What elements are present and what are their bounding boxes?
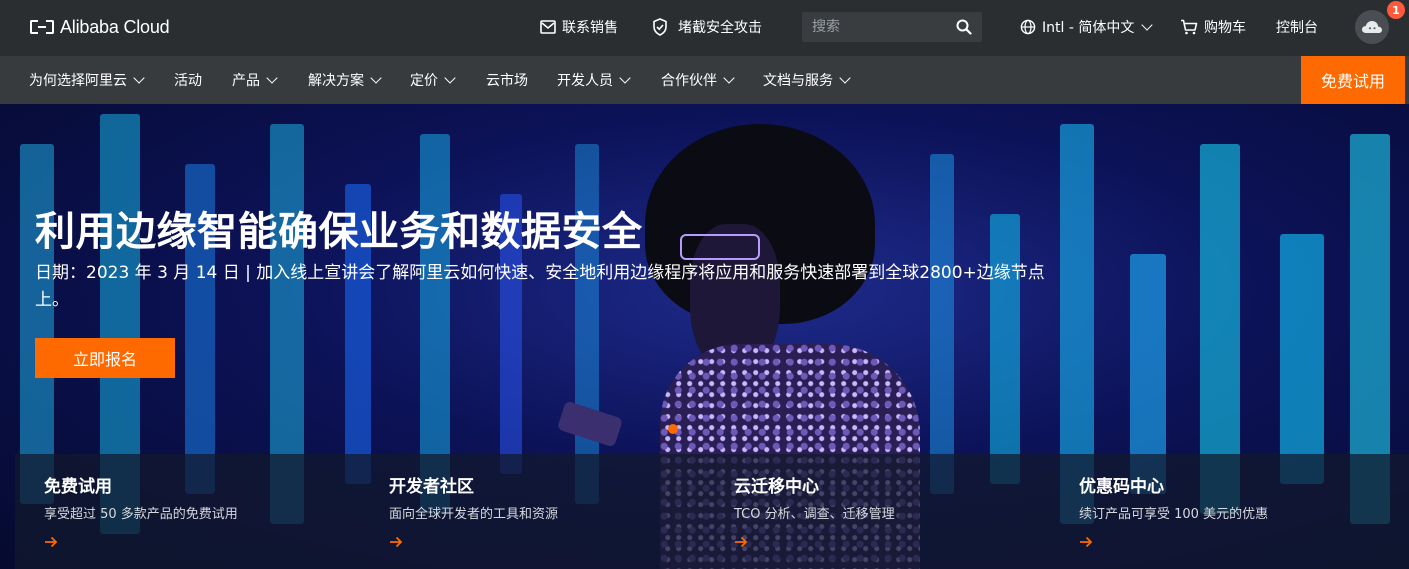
- arrow-right-icon[interactable]: [389, 536, 403, 548]
- hero-subtitle: 日期：2023 年 3 月 14 日 | 加入线上宣讲会了解阿里云如何快速、安全…: [35, 263, 1045, 310]
- arrow-right-icon[interactable]: [1079, 536, 1093, 548]
- nav-label: 云市场: [486, 73, 528, 89]
- language-label: Intl - 简体中文: [1042, 20, 1135, 36]
- nav-item-marketplace[interactable]: 云市场: [486, 56, 528, 104]
- chevron-down-icon: [619, 72, 631, 84]
- carousel-indicator[interactable]: [668, 424, 678, 434]
- nav-item-pricing[interactable]: 定价: [410, 56, 456, 104]
- card-title: 免费试用: [44, 477, 112, 497]
- chevron-down-icon: [370, 72, 382, 84]
- stop-attack-label: 堵截安全攻击: [678, 20, 762, 36]
- main-nav: 为何选择阿里云 活动 产品 解决方案 定价 云市场 开发人员 合作伙伴 文档与服…: [0, 56, 1409, 104]
- chevron-down-icon: [133, 72, 145, 84]
- mail-icon: [540, 20, 556, 34]
- top-bar: Alibaba Cloud 联系销售 堵截安全攻击 Intl - 简体中文 购物…: [0, 0, 1409, 56]
- nav-item-developers[interactable]: 开发人员: [557, 56, 631, 104]
- nav-label: 开发人员: [557, 73, 613, 89]
- card-desc: 续订产品可享受 100 美元的优惠: [1079, 507, 1269, 522]
- search-box: [802, 12, 982, 42]
- arrow-right-icon[interactable]: [734, 536, 748, 548]
- nav-item-solutions[interactable]: 解决方案: [308, 56, 382, 104]
- card-title: 优惠码中心: [1079, 477, 1164, 497]
- card-desc: TCO 分析、调查、迁移管理: [734, 507, 895, 522]
- card-developer-community[interactable]: 开发者社区 面向全球开发者的工具和资源: [360, 454, 690, 569]
- nav-item-partners[interactable]: 合作伙伴: [661, 56, 735, 104]
- chevron-down-icon: [839, 72, 851, 84]
- register-now-button[interactable]: 立即报名: [35, 338, 175, 378]
- card-desc: 享受超过 50 多款产品的免费试用: [44, 507, 238, 522]
- nav-item-why-alibaba[interactable]: 为何选择阿里云: [29, 56, 145, 104]
- card-title: 云迁移中心: [734, 477, 819, 497]
- feature-cards: 免费试用 享受超过 50 多款产品的免费试用 开发者社区 面向全球开发者的工具和…: [15, 454, 1409, 569]
- cloud-icon: [1362, 21, 1382, 33]
- alibaba-cloud-logo[interactable]: Alibaba Cloud: [30, 16, 170, 38]
- contact-sales-link[interactable]: 联系销售: [540, 16, 618, 38]
- globe-icon: [1020, 19, 1036, 35]
- nav-item-events[interactable]: 活动: [174, 56, 202, 104]
- console-label: 控制台: [1276, 20, 1318, 36]
- card-title: 开发者社区: [389, 477, 474, 497]
- cart-link[interactable]: 购物车: [1180, 16, 1246, 38]
- nav-label: 为何选择阿里云: [29, 73, 127, 89]
- shield-icon: [653, 18, 667, 36]
- cart-label: 购物车: [1204, 20, 1246, 36]
- nav-label: 产品: [232, 73, 260, 89]
- nav-label: 活动: [174, 73, 202, 89]
- nav-label: 定价: [410, 73, 438, 89]
- nav-label: 解决方案: [308, 73, 364, 89]
- alibaba-logo-icon: [30, 20, 54, 34]
- notification-badge: 1: [1387, 1, 1405, 19]
- free-trial-button[interactable]: 免费试用: [1301, 56, 1405, 104]
- cart-icon: [1181, 19, 1198, 35]
- nav-item-products[interactable]: 产品: [232, 56, 278, 104]
- stop-attack-link[interactable]: 堵截安全攻击: [652, 16, 762, 38]
- search-icon[interactable]: [956, 19, 972, 35]
- card-free-trial[interactable]: 免费试用 享受超过 50 多款产品的免费试用: [15, 454, 345, 569]
- nav-item-docs[interactable]: 文档与服务: [763, 56, 851, 104]
- search-input[interactable]: [802, 12, 952, 42]
- chevron-down-icon: [723, 72, 735, 84]
- chevron-down-icon: [1141, 19, 1154, 31]
- card-cloud-migration[interactable]: 云迁移中心 TCO 分析、调查、迁移管理: [705, 454, 1035, 569]
- nav-label: 合作伙伴: [661, 73, 717, 89]
- card-desc: 面向全球开发者的工具和资源: [389, 507, 559, 522]
- avatar[interactable]: [1355, 10, 1389, 44]
- logo-text: Alibaba Cloud: [60, 16, 170, 37]
- arrow-right-icon[interactable]: [44, 536, 58, 548]
- contact-sales-label: 联系销售: [562, 20, 618, 36]
- console-link[interactable]: 控制台: [1276, 16, 1318, 38]
- chevron-down-icon: [444, 72, 456, 84]
- nav-label: 文档与服务: [763, 73, 833, 89]
- chevron-down-icon: [266, 72, 278, 84]
- card-coupon-center[interactable]: 优惠码中心 续订产品可享受 100 美元的优惠: [1050, 454, 1380, 569]
- language-selector[interactable]: Intl - 简体中文: [1020, 16, 1154, 38]
- hero-title: 利用边缘智能确保业务和数据安全: [35, 209, 643, 255]
